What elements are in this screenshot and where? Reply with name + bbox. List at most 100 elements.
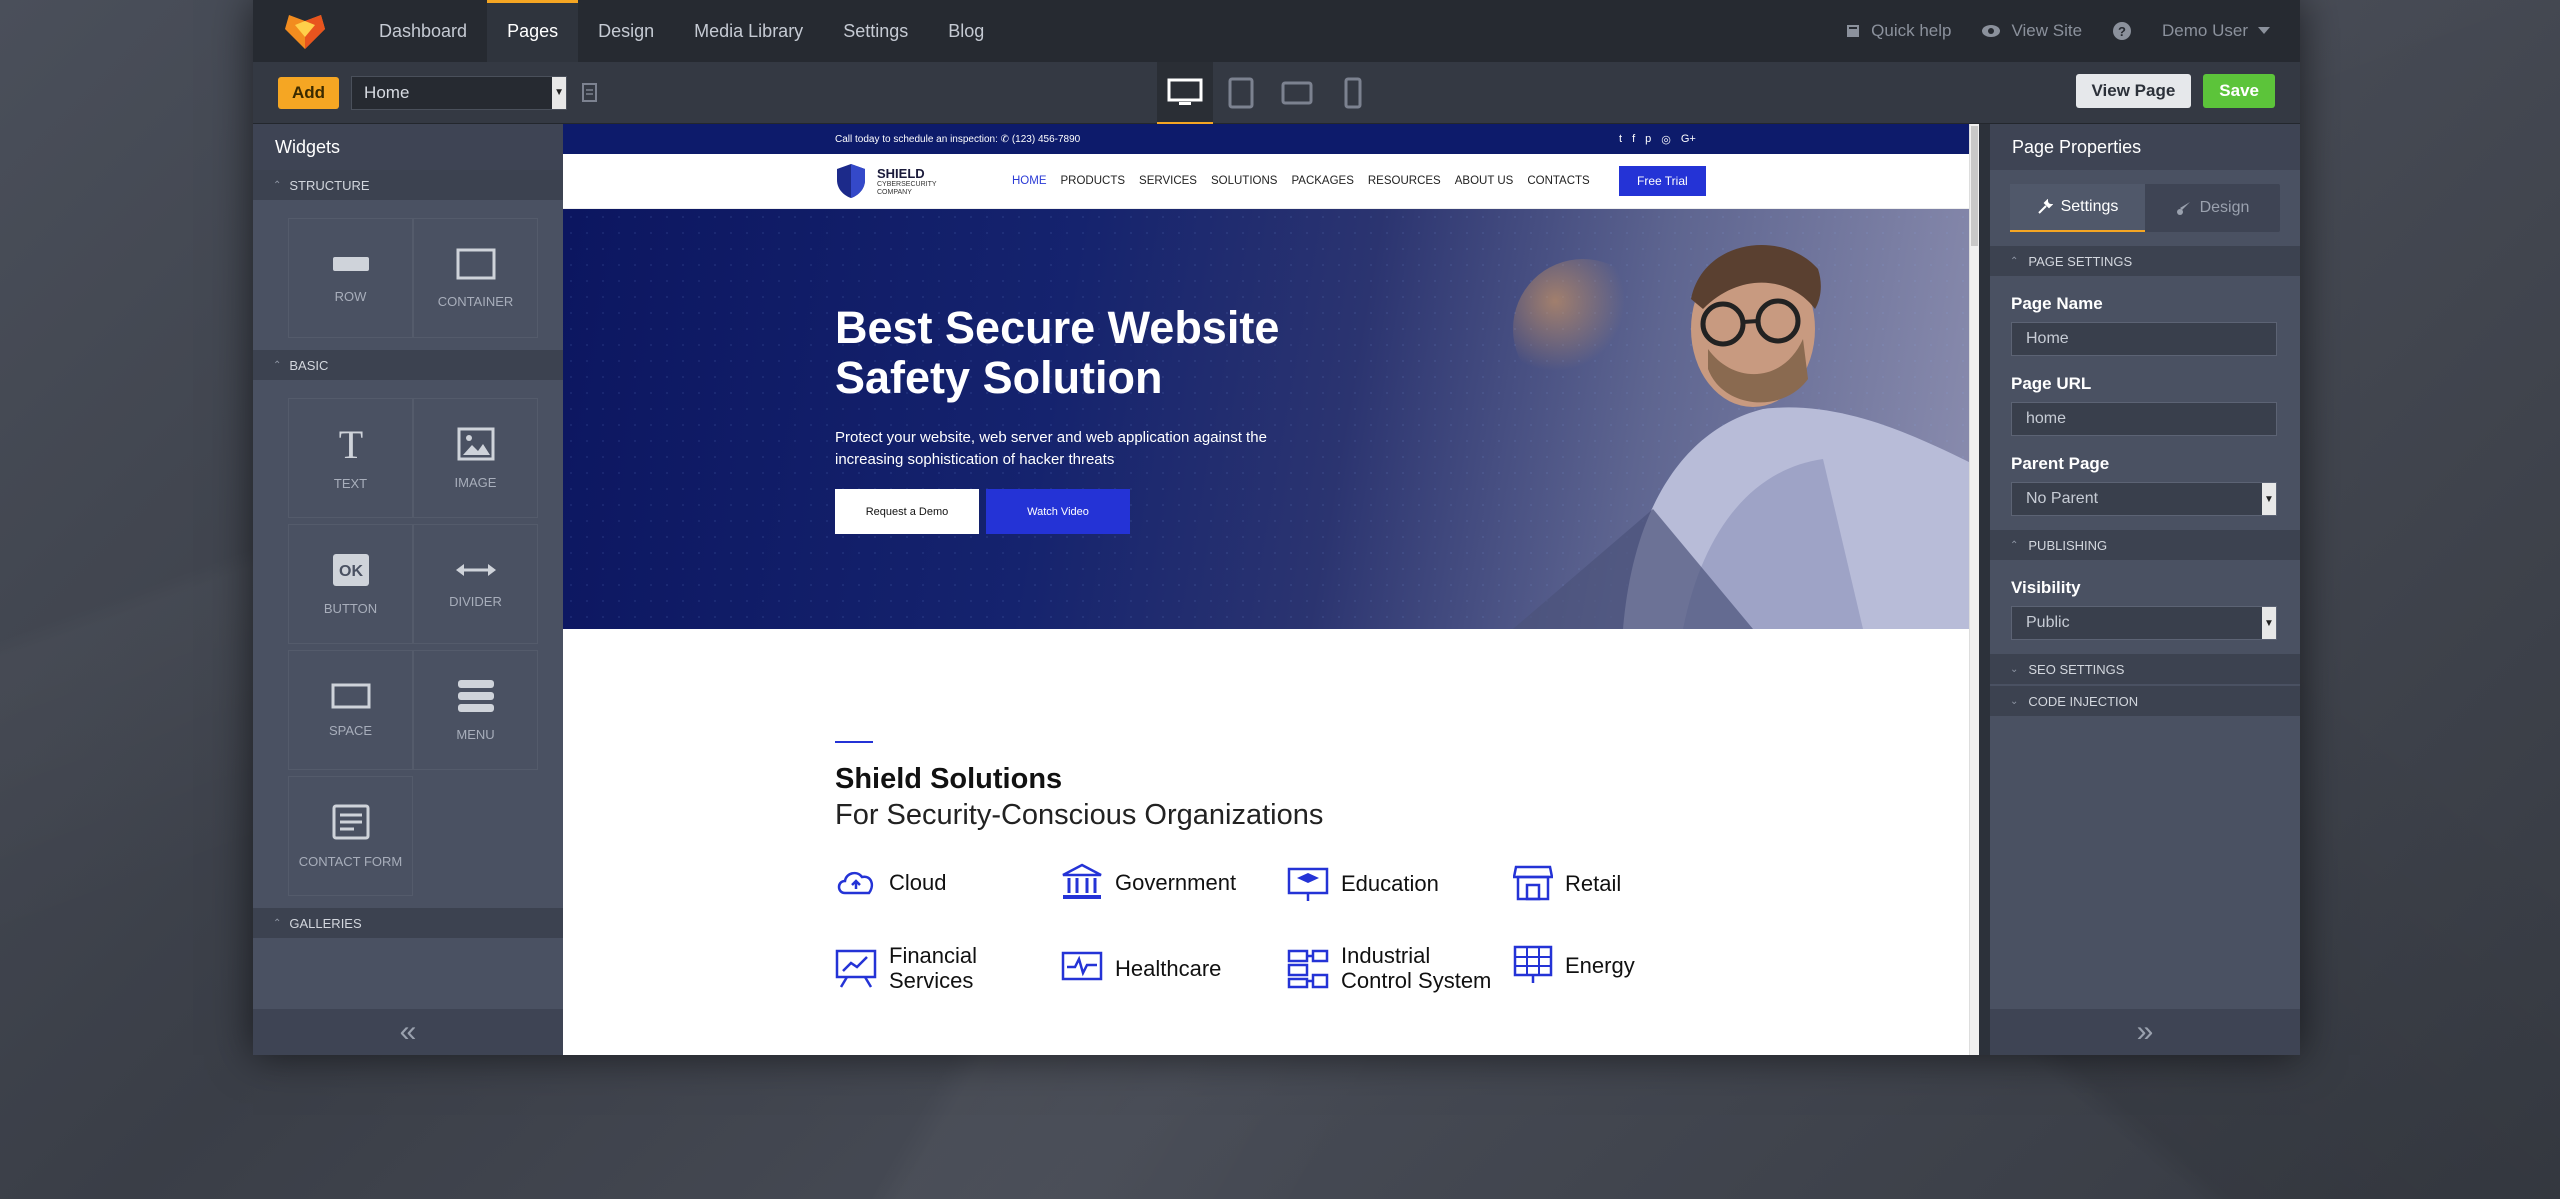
nav-pages[interactable]: Pages [487, 0, 579, 62]
quick-help-link[interactable]: Quick help [1845, 21, 1951, 41]
space-icon [331, 683, 370, 708]
shield-icon [837, 164, 865, 198]
menu-icon [457, 679, 494, 712]
chevron-up-icon: ⌃ [273, 917, 282, 929]
tablet-landscape-view-button[interactable] [1269, 62, 1325, 124]
widget-divider-label: DIVIDER [449, 593, 502, 609]
category-government[interactable]: Government [1061, 863, 1236, 901]
section-structure[interactable]: ⌃ STRUCTURE [253, 170, 563, 200]
category-industrial-control-system[interactable]: Industrial Control System [1287, 943, 1491, 993]
category-financial-services[interactable]: Financial Services [835, 943, 977, 993]
cloud-icon [837, 871, 874, 895]
category-cloud[interactable]: Cloud [835, 867, 946, 897]
section-galleries-label: GALLERIES [289, 915, 362, 931]
widget-menu[interactable]: MENU [413, 650, 538, 770]
nav-media-library[interactable]: Media Library [674, 0, 823, 62]
nav-blog[interactable]: Blog [928, 0, 1004, 62]
section-galleries[interactable]: ⌃ GALLERIES [253, 908, 563, 938]
site-menu-products[interactable]: PRODUCTS [1061, 175, 1126, 187]
widget-text-label: TEXT [333, 475, 368, 491]
nav-design[interactable]: Design [578, 0, 674, 62]
tab-settings[interactable]: Settings [2010, 184, 2145, 232]
view-site-link[interactable]: View Site [1981, 21, 2082, 41]
widget-row[interactable]: ROW [288, 218, 413, 338]
desktop-view-button[interactable] [1157, 62, 1213, 124]
page-select[interactable]: Home ▼ [351, 75, 568, 110]
site-call-text: Call today to schedule an inspection: ✆ … [835, 133, 1081, 145]
tab-design[interactable]: Design [2145, 184, 2280, 232]
free-trial-button[interactable]: Free Trial [1619, 166, 1706, 196]
site-menu-packages[interactable]: PACKAGES [1291, 175, 1353, 187]
solar-panel-icon [1513, 945, 1553, 983]
site-menu-home[interactable]: HOME [1012, 175, 1047, 187]
hero-subtitle-line-2: increasing sophistication of hacker thre… [835, 451, 1115, 468]
nav-dashboard[interactable]: Dashboard [359, 0, 487, 62]
svg-text:?: ? [2118, 24, 2126, 39]
site-menu-about[interactable]: ABOUT US [1455, 175, 1514, 187]
tablet-view-button[interactable] [1213, 62, 1269, 124]
category-energy[interactable]: Energy [1513, 945, 1635, 985]
app-logo-icon[interactable] [281, 11, 329, 51]
chevron-down-icon: ⌄ [2010, 695, 2019, 707]
save-button[interactable]: Save [2203, 74, 2275, 108]
section-seo-settings[interactable]: ⌄ SEO SETTINGS [1990, 654, 2300, 684]
section-publishing-label: PUBLISHING [2028, 537, 2108, 553]
chevron-down-icon[interactable]: ▼ [2262, 607, 2276, 639]
basic-widgets: T TEXT IMAGE OK BUTTON DIVIDER SPACE MEN… [253, 380, 563, 908]
widget-row-label: ROW [334, 288, 367, 304]
caret-down-icon [2258, 27, 2270, 34]
widget-contact-form[interactable]: CONTACT FORM [288, 776, 413, 896]
watch-video-button[interactable]: Watch Video [986, 489, 1130, 534]
widget-container[interactable]: CONTAINER [413, 218, 538, 338]
widget-image[interactable]: IMAGE [413, 398, 538, 518]
twitter-icon[interactable]: t [1619, 133, 1622, 146]
user-menu[interactable]: Demo User [2162, 21, 2270, 41]
category-retail[interactable]: Retail [1513, 863, 1621, 903]
widget-button[interactable]: OK BUTTON [288, 524, 413, 644]
category-education[interactable]: Education [1287, 863, 1439, 903]
facebook-icon[interactable]: f [1632, 133, 1635, 146]
chevron-down-icon[interactable]: ▼ [552, 76, 567, 109]
phone-view-button[interactable] [1325, 62, 1381, 124]
category-healthcare[interactable]: Healthcare [1061, 951, 1221, 985]
collapse-right-button[interactable]: » [1990, 1009, 2300, 1055]
canvas-scrollbar[interactable] [1969, 124, 1979, 1055]
pinterest-icon[interactable]: p [1645, 133, 1651, 146]
nav-settings[interactable]: Settings [823, 0, 928, 62]
widget-button-label: BUTTON [323, 600, 378, 616]
widget-space[interactable]: SPACE [288, 650, 413, 770]
container-icon [456, 248, 495, 279]
section-publishing[interactable]: ⌃ PUBLISHING [1990, 530, 2300, 560]
site-menu-solutions[interactable]: SOLUTIONS [1211, 175, 1277, 187]
page-canvas[interactable]: Call today to schedule an inspection: ✆ … [563, 124, 1979, 1055]
site-menu-services[interactable]: SERVICES [1139, 175, 1197, 187]
site-menu-contacts[interactable]: CONTACTS [1527, 175, 1589, 187]
page-name-input[interactable]: Home [2011, 322, 2277, 356]
add-button[interactable]: Add [278, 76, 340, 109]
visibility-select[interactable]: Public ▼ [2011, 606, 2277, 640]
site-menu-resources[interactable]: RESOURCES [1368, 175, 1441, 187]
view-site-label: View Site [2011, 21, 2083, 40]
view-page-button[interactable]: View Page [2075, 74, 2192, 108]
site-brand[interactable]: SHIELD CYBERSECURITY COMPANY [835, 162, 937, 200]
page-url-input[interactable]: home [2011, 402, 2277, 436]
widget-text[interactable]: T TEXT [288, 398, 413, 518]
hero-section: Best Secure Website Safety Solution Prot… [563, 209, 1979, 629]
section-page-settings[interactable]: ⌃ PAGE SETTINGS [1990, 246, 2300, 276]
chevron-down-icon[interactable]: ▼ [2262, 483, 2276, 515]
copy-page-icon[interactable] [581, 82, 599, 104]
scrollbar-thumb[interactable] [1971, 126, 1978, 246]
structure-widgets: ROW CONTAINER [253, 200, 563, 350]
google-plus-icon[interactable]: G+ [1681, 133, 1696, 146]
category-energy-label: Energy [1565, 952, 1635, 978]
help-button[interactable]: ? [2112, 21, 2132, 41]
instagram-icon[interactable]: ◎ [1661, 133, 1671, 146]
request-demo-button[interactable]: Request a Demo [835, 489, 979, 534]
double-chevron-right-icon: » [2136, 1015, 2154, 1048]
section-basic[interactable]: ⌃ BASIC [253, 350, 563, 380]
section-code-injection[interactable]: ⌄ CODE INJECTION [1990, 686, 2300, 716]
collapse-left-button[interactable]: « [253, 1009, 563, 1055]
widget-divider[interactable]: DIVIDER [413, 524, 538, 644]
page-select-value: Home [364, 82, 410, 102]
parent-page-select[interactable]: No Parent ▼ [2011, 482, 2277, 516]
